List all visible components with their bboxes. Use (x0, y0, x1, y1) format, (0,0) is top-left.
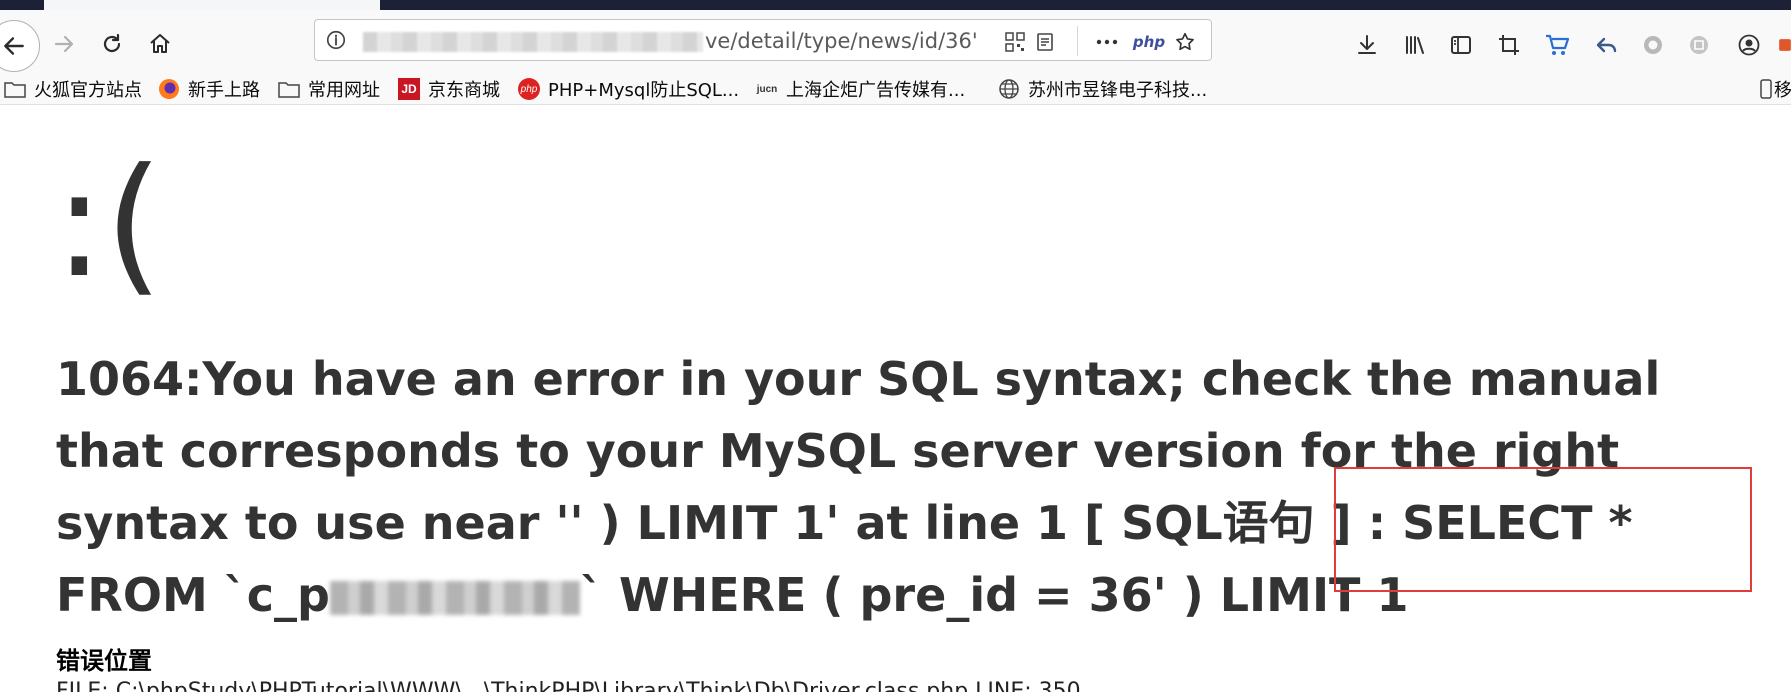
library-icon[interactable] (1400, 30, 1430, 60)
url-redacted-part (363, 32, 703, 52)
page-content: :( 1064:You have an error in your SQL sy… (0, 105, 1791, 692)
jd-icon: JD (398, 78, 420, 100)
redacted-table-name (329, 581, 580, 615)
undo-icon[interactable] (1592, 30, 1622, 60)
bookmark-label: 移 (1774, 80, 1791, 101)
bookmark-item[interactable]: php PHP+Mysql防止SQL... (518, 76, 739, 102)
mobile-icon (1760, 78, 1772, 100)
screenshot-crop-icon[interactable] (1494, 30, 1524, 60)
overflow-extension-icon[interactable] (1778, 30, 1791, 60)
active-tab[interactable] (44, 0, 380, 10)
address-bar[interactable]: ve/detail/type/news/id/36' php (314, 19, 1212, 61)
bookmark-item[interactable]: 新手上路 (158, 76, 260, 102)
error-position-title: 错误位置 (56, 647, 152, 675)
home-icon (150, 34, 170, 53)
bookmark-item[interactable]: 苏州市昱锋电子科技... (998, 76, 1207, 102)
url-text[interactable]: ve/detail/type/news/id/36' (705, 29, 978, 53)
site-info-icon[interactable] (325, 29, 347, 51)
bookmark-item[interactable]: 火狐官方站点 (4, 76, 142, 102)
sidebar-icon[interactable] (1446, 30, 1476, 60)
folder-icon (4, 78, 26, 100)
error-file-line: FILE: C:\phpStudy\PHPTutorial\WWW\...\Th… (56, 679, 1081, 692)
reader-view-icon[interactable] (1033, 30, 1057, 54)
error-message-text-end: ` WHERE ( pre_id = 36' ) LIMIT 1 (579, 568, 1409, 622)
error-message: 1064:You have an error in your SQL synta… (56, 343, 1756, 631)
downloads-icon[interactable] (1352, 30, 1382, 60)
forward-arrow-icon (54, 35, 74, 53)
bookmark-label: 火狐官方站点 (34, 80, 142, 101)
url-separator (1077, 26, 1078, 56)
account-icon[interactable] (1734, 30, 1764, 60)
more-actions-icon[interactable] (1095, 30, 1119, 54)
extension-circle-icon[interactable] (1638, 30, 1668, 60)
bookmark-item[interactable]: 常用网址 (278, 76, 380, 102)
bookmark-label: 新手上路 (188, 80, 260, 101)
back-button[interactable] (0, 20, 40, 72)
firefox-icon (158, 78, 180, 100)
back-arrow-icon (4, 37, 24, 55)
bookmark-label: 常用网址 (308, 80, 380, 101)
home-button[interactable] (142, 26, 178, 62)
php-icon: php (518, 78, 540, 100)
bookmark-star-icon[interactable] (1173, 30, 1197, 54)
sad-face-emoticon: :( (54, 137, 164, 311)
globe-icon (998, 78, 1020, 100)
reload-icon (103, 33, 121, 53)
bookmark-item[interactable]: 移 (1760, 76, 1791, 102)
folder-icon (278, 78, 300, 100)
qr-code-icon[interactable] (1003, 30, 1027, 54)
window-title-bar (0, 0, 1791, 10)
bookmark-label: PHP+Mysql防止SQL... (548, 80, 740, 101)
shopping-cart-icon[interactable] (1542, 30, 1572, 60)
extension-badge-icon[interactable] (1684, 30, 1714, 60)
bookmark-label: 上海企炬广告传媒有... (786, 80, 966, 101)
bookmark-item[interactable]: JD 京东商城 (398, 76, 500, 102)
bookmark-label: 京东商城 (428, 80, 500, 101)
bookmark-label: 苏州市昱锋电子科技... (1028, 80, 1208, 101)
php-extension-icon[interactable]: php (1133, 30, 1165, 54)
bookmark-item[interactable]: jucn 上海企炬广告传媒有... (756, 76, 965, 102)
navigation-toolbar: ve/detail/type/news/id/36' php (0, 10, 1791, 74)
juca-icon: jucn (756, 83, 778, 95)
forward-button[interactable] (46, 26, 82, 62)
reload-button[interactable] (94, 26, 130, 62)
bookmarks-toolbar: 火狐官方站点 新手上路 常用网址 JD 京东商城 php PHP+Mysql防止… (0, 74, 1791, 105)
